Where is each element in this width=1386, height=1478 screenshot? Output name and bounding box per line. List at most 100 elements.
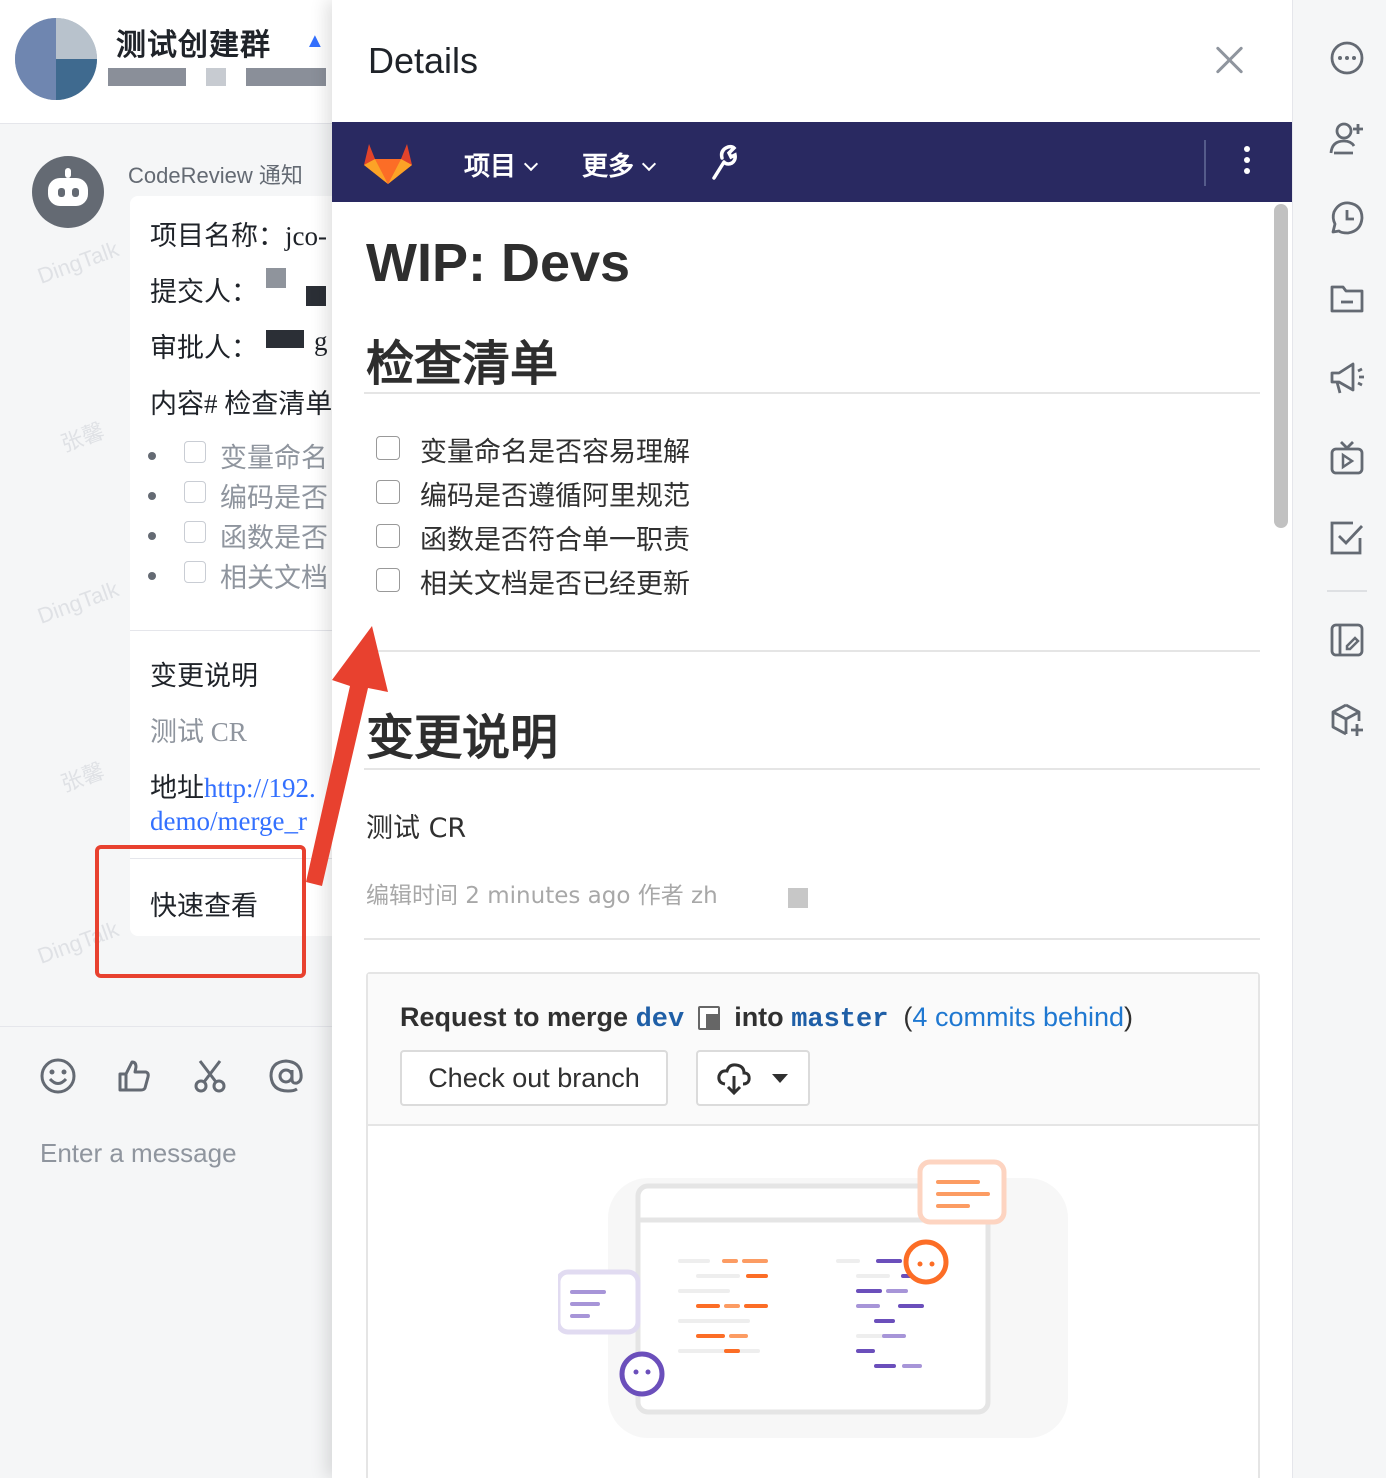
toolbar-separator — [1327, 590, 1367, 592]
commits-behind-link[interactable]: 4 commits behind — [912, 1002, 1124, 1032]
checklist-item: 编码是否 — [220, 483, 328, 513]
card-address: 地址http://192. — [150, 766, 316, 805]
divider — [364, 650, 1260, 652]
checkbox[interactable] — [184, 521, 206, 543]
details-title: Details — [368, 40, 479, 81]
watermark: 张馨 — [57, 758, 108, 797]
nav-projects-label: 项目 — [464, 152, 517, 182]
target-branch[interactable]: master — [791, 1005, 888, 1035]
card-submitter-label: 提交人： — [150, 277, 258, 307]
close-icon[interactable] — [1210, 40, 1250, 80]
blurred-approver — [266, 330, 304, 348]
blurred-submitter — [306, 286, 326, 306]
emoji-icon[interactable] — [38, 1056, 78, 1096]
divider — [364, 392, 1260, 394]
thumbs-up-icon[interactable] — [114, 1056, 154, 1096]
close-paren: ) — [1124, 1002, 1134, 1032]
at-icon[interactable] — [266, 1056, 306, 1096]
task-label: 相关文档是否已经更新 — [420, 569, 690, 600]
live-icon[interactable] — [1329, 440, 1365, 476]
scrollbar[interactable] — [1274, 204, 1288, 528]
merge-widget: Request to merge dev into master (4 commi… — [366, 972, 1260, 1478]
annotation-highlight-box — [95, 845, 306, 978]
merge-widget-header: Request to merge dev into master (4 commi… — [368, 974, 1258, 1126]
add-app-icon[interactable] — [1329, 702, 1365, 738]
gitlab-logo-icon[interactable] — [362, 138, 414, 186]
nav-separator — [1204, 140, 1206, 186]
divider — [364, 938, 1260, 940]
add-member-icon[interactable] — [1329, 120, 1365, 156]
chevron-down-icon — [641, 156, 657, 172]
task-checkbox[interactable] — [376, 480, 400, 504]
task-checkbox[interactable] — [376, 568, 400, 592]
task-label: 编码是否遵循阿里规范 — [420, 481, 690, 512]
kebab-menu-icon[interactable] — [1244, 146, 1252, 178]
checkbox[interactable] — [184, 561, 206, 583]
card-change-text: 测试 CR — [150, 717, 247, 747]
source-branch[interactable]: dev — [636, 1005, 685, 1035]
nav-more-label: 更多 — [582, 152, 635, 182]
gitlab-navbar: 项目 更多 — [332, 122, 1292, 202]
checkbox[interactable] — [184, 441, 206, 463]
bullet — [148, 492, 156, 500]
nav-projects[interactable]: 项目 — [464, 146, 539, 183]
copy-icon[interactable] — [698, 1006, 721, 1030]
checklist-item: 相关文档 — [220, 563, 328, 593]
blurred-author — [788, 888, 808, 908]
scissors-icon[interactable] — [190, 1056, 230, 1096]
card-address-link-2[interactable]: demo/merge_r — [150, 806, 307, 837]
blurred-member-info — [108, 68, 186, 86]
task-label: 函数是否符合单一职责 — [420, 525, 690, 556]
chat-pane: 测试创建群 ▲ DingTalk 张馨 DingTalk 张馨 DingTalk… — [0, 0, 335, 1478]
checklist-item: 变量命名 — [220, 443, 328, 473]
download-dropdown-button[interactable] — [696, 1050, 810, 1106]
blurred-submitter — [266, 268, 286, 288]
todo-icon[interactable] — [1329, 520, 1365, 556]
app-window: 测试创建群 ▲ DingTalk 张馨 DingTalk 张馨 DingTalk… — [0, 0, 1386, 1478]
more-icon[interactable] — [1329, 40, 1365, 76]
watermark: DingTalk — [34, 236, 122, 289]
chat-header: 测试创建群 ▲ — [0, 0, 335, 124]
checkbox[interactable] — [184, 481, 206, 503]
checklist-item: 函数是否 — [220, 523, 328, 553]
cloud-download-icon — [717, 1063, 751, 1096]
wrench-icon[interactable] — [708, 144, 738, 180]
chevron-down-icon — [523, 156, 539, 172]
caret-down-icon — [772, 1074, 788, 1083]
merge-request-line: Request to merge dev into master (4 commi… — [400, 1002, 1133, 1035]
divider — [364, 768, 1260, 770]
bot-name: CodeReview 通知 — [128, 163, 303, 188]
checkout-branch-button[interactable]: Check out branch — [400, 1050, 668, 1106]
watermark: 张馨 — [57, 418, 108, 457]
card-approver-suffix: g — [314, 326, 328, 356]
task-checkbox[interactable] — [376, 524, 400, 548]
bullet — [148, 452, 156, 460]
card-approver-label: 审批人： — [150, 333, 258, 363]
announcement-icon[interactable] — [1329, 360, 1365, 396]
group-title[interactable]: 测试创建群 — [116, 20, 271, 64]
folder-icon[interactable] — [1329, 280, 1365, 316]
card-change-title: 变更说明 — [150, 661, 258, 691]
message-input[interactable]: Enter a message — [40, 1138, 237, 1169]
merge-into-text: into — [734, 1002, 784, 1032]
group-avatar[interactable] — [15, 18, 97, 100]
edited-info: 编辑时间 2 minutes ago 作者 zh — [366, 883, 718, 909]
watermark: DingTalk — [34, 576, 122, 629]
nav-more[interactable]: 更多 — [582, 146, 657, 183]
card-address-label: 地址 — [150, 773, 204, 803]
group-badge-icon: ▲ — [305, 30, 325, 52]
merge-illustration — [558, 1159, 1068, 1438]
blurred-member-info — [246, 68, 326, 86]
task-checkbox[interactable] — [376, 436, 400, 460]
card-project: 项目名称：jco- — [150, 221, 327, 251]
card-content: 内容# 检查清单 — [150, 389, 333, 419]
note-icon[interactable] — [1329, 622, 1365, 658]
blurred-member-info — [206, 68, 226, 86]
mr-title: WIP: Devs — [366, 233, 631, 293]
bot-avatar[interactable] — [32, 156, 104, 228]
bullet — [148, 532, 156, 540]
checklist-heading: 检查清单 — [366, 336, 559, 392]
history-icon[interactable] — [1329, 200, 1365, 236]
merge-request-text: Request to merge — [400, 1002, 629, 1032]
details-panel: Details 项目 更多 WIP: Devs 检查清单 变量命名是否容易理解 … — [332, 0, 1292, 1478]
